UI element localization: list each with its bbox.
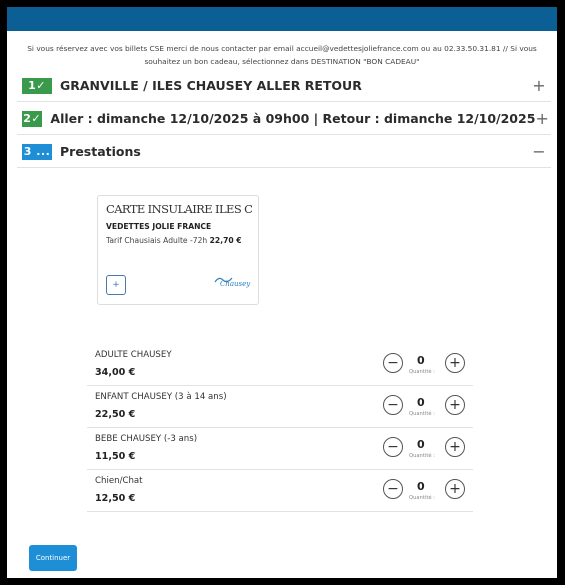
booking-panel: Si vous réservez avec vos billets CSE me… [7,7,557,578]
continue-button[interactable]: Continuer [29,545,77,571]
product-name: BEBE CHAUSEY (-3 ans) [95,434,198,444]
header-bar [7,7,557,31]
product-name: ADULTE CHAUSEY [95,350,172,360]
product-row: ENFANT CHAUSEY (3 à 14 ans) 22,50 € − 0 … [87,386,473,428]
collapse-icon[interactable]: − [529,142,549,161]
product-name: ENFANT CHAUSEY (3 à 14 ans) [95,392,227,402]
card-tariff-price: 22,70 € [209,236,242,245]
quantity-value: 0 [417,396,425,409]
quantity-value: 0 [417,480,425,493]
step-1-title: GRANVILLE / ILES CHAUSEY ALLER RETOUR [60,78,362,93]
card-title: CARTE INSULAIRE ILES CHAUSEY [106,202,252,216]
expand-icon[interactable]: + [529,76,549,95]
card-add-button[interactable]: + [106,275,126,295]
step-2-title: Aller : dimanche 12/10/2025 à 09h00 | Re… [50,111,536,126]
product-row: Chien/Chat 12,50 € − 0 Quantité : + [87,470,473,512]
increase-quantity-button[interactable]: + [445,437,465,457]
card-tariff-label: Tarif Chausiais Adulte -72h [106,236,210,245]
step-3-badge: 3 ... [22,143,52,160]
card-company: VEDETTES JOLIE FRANCE [106,222,212,231]
quantity-value: 0 [417,354,425,367]
product-price: 22,50 € [95,409,136,420]
quantity-label: Quantité : [409,495,435,501]
card-tariff: Tarif Chausiais Adulte -72h 22,70 € [106,236,242,245]
step-1-destination[interactable]: 1✓ GRANVILLE / ILES CHAUSEY ALLER RETOUR… [17,70,551,102]
product-price: 34,00 € [95,367,136,378]
increase-quantity-button[interactable]: + [445,479,465,499]
step-3-prestations[interactable]: 3 ... Prestations − [17,136,551,168]
product-price: 12,50 € [95,493,136,504]
quantity-label: Quantité : [409,369,435,375]
product-row: BEBE CHAUSEY (-3 ans) 11,50 € − 0 Quanti… [87,428,473,470]
step-2-schedule[interactable]: 2✓ Aller : dimanche 12/10/2025 à 09h00 |… [17,103,551,135]
product-price: 11,50 € [95,451,136,462]
quantity-value: 0 [417,438,425,451]
cse-notice: Si vous réservez avec vos billets CSE me… [27,44,537,66]
decrease-quantity-button[interactable]: − [383,395,403,415]
expand-icon[interactable]: + [535,109,549,128]
decrease-quantity-button[interactable]: − [383,437,403,457]
product-card: CARTE INSULAIRE ILES CHAUSEY VEDETTES JO… [97,195,259,305]
step-1-badge: 1✓ [22,77,52,94]
step-2-badge: 2✓ [22,110,43,127]
product-row: ADULTE CHAUSEY 34,00 € − 0 Quantité : + [87,344,473,386]
product-name: Chien/Chat [95,476,143,486]
wave-icon [214,277,233,283]
decrease-quantity-button[interactable]: − [383,479,403,499]
increase-quantity-button[interactable]: + [445,395,465,415]
quantity-label: Quantité : [409,453,435,459]
quantity-label: Quantité : [409,411,435,417]
step-3-title: Prestations [60,144,141,159]
decrease-quantity-button[interactable]: − [383,353,403,373]
increase-quantity-button[interactable]: + [445,353,465,373]
chausey-logo: Chausey [214,277,250,288]
